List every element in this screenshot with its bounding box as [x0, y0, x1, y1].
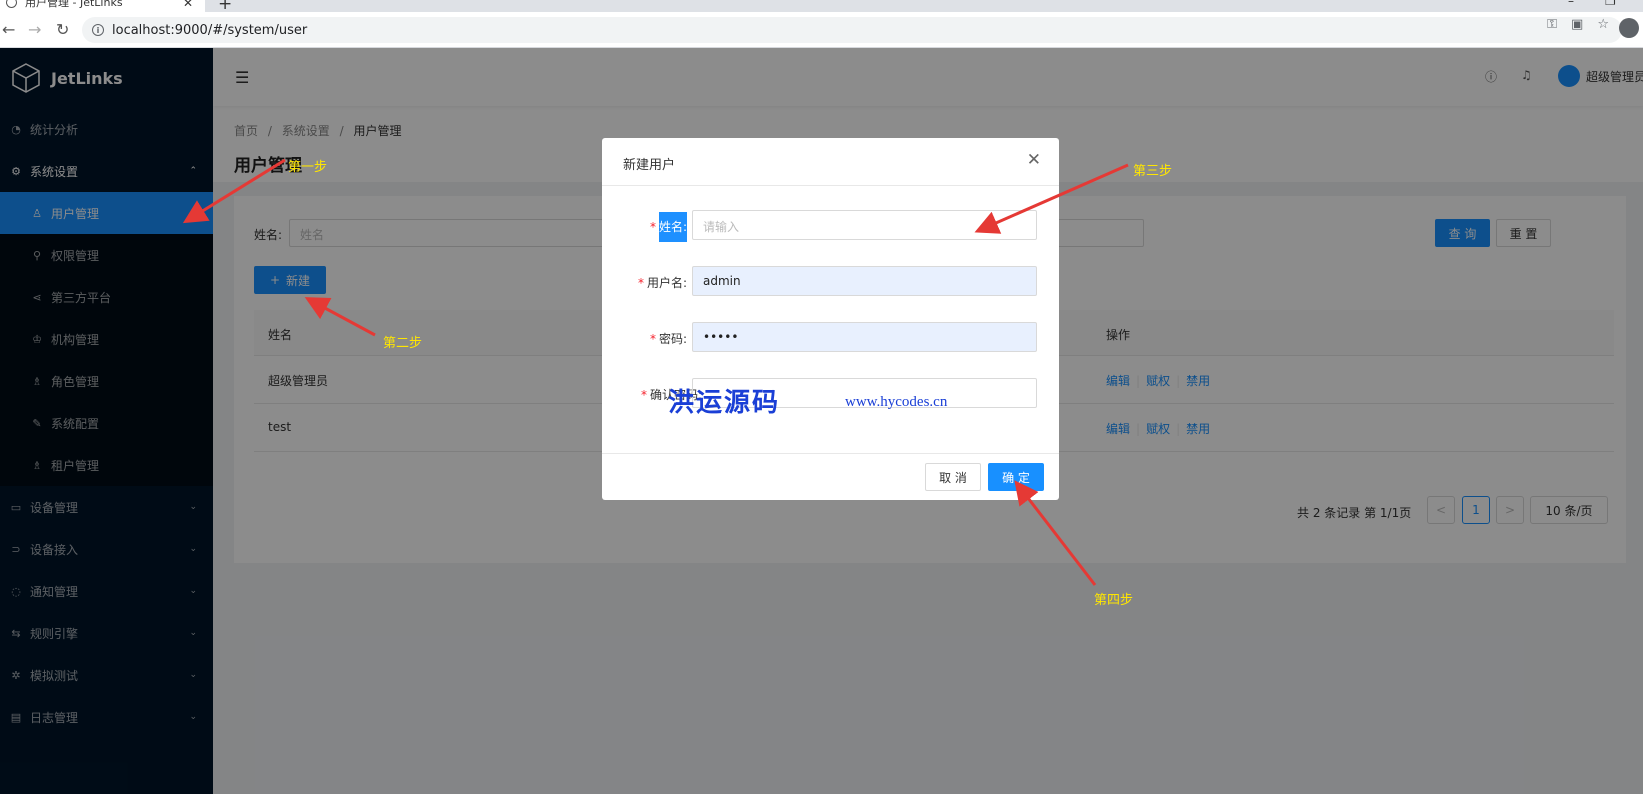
form-row-username: * 用户名: admin — [602, 266, 1059, 296]
annotation-step-4: 第四步 — [1094, 593, 1134, 608]
reload-icon[interactable]: ↻ — [56, 20, 69, 39]
password-label: * 密码: — [649, 332, 687, 346]
ok-button[interactable]: 确 定 — [988, 463, 1044, 491]
name-label: * 姓名: — [650, 212, 687, 242]
minimize-icon[interactable]: – — [1568, 0, 1574, 8]
username-input[interactable]: admin — [692, 266, 1037, 296]
url-text: localhost:9000/#/system/user — [112, 22, 308, 38]
key-icon[interactable]: ⚿ — [1547, 17, 1557, 32]
watermark-text: 洪运源码 — [668, 388, 781, 418]
globe-icon — [6, 0, 17, 8]
cancel-button[interactable]: 取 消 — [925, 463, 981, 491]
annotation-step-3: 第三步 — [1133, 164, 1173, 179]
tab-close-icon[interactable]: ✕ — [183, 0, 193, 10]
form-row-password: * 密码: ••••• — [602, 322, 1059, 352]
annotation-step-2: 第二步 — [383, 336, 423, 351]
modal-title: 新建用户 — [623, 158, 676, 173]
username-label: * 用户名: — [637, 276, 687, 290]
restore-icon[interactable]: ❐ — [1605, 0, 1616, 8]
translate-icon[interactable]: ▣ — [1571, 17, 1583, 32]
forward-icon[interactable]: → — [28, 20, 41, 39]
browser-tab-strip: 用户管理 - JetLinks ✕ + – ❐ — [0, 0, 1643, 14]
password-input[interactable]: ••••• — [692, 322, 1037, 352]
browser-tab[interactable]: 用户管理 - JetLinks ✕ — [0, 0, 205, 12]
close-icon[interactable]: ✕ — [1027, 150, 1041, 170]
url-input[interactable]: i localhost:9000/#/system/user — [82, 17, 1622, 43]
modal-footer: 取 消 确 定 — [602, 453, 1059, 500]
omnibox-actions: ⚿ ▣ ☆ — [1547, 17, 1609, 32]
form-row-name: * 姓名: 请输入 — [602, 210, 1059, 242]
new-user-modal: 新建用户 ✕ * 姓名: 请输入 * 用户名: admin * 密码: ••••• *… — [602, 138, 1059, 500]
profile-icon[interactable] — [1619, 18, 1639, 38]
address-bar: ← → ↻ i localhost:9000/#/system/user ⚿ ▣… — [0, 12, 1643, 48]
tab-title: 用户管理 - JetLinks — [25, 0, 123, 9]
modal-header: 新建用户 ✕ — [602, 138, 1059, 186]
watermark-url: www.hycodes.cn — [845, 394, 948, 410]
star-icon[interactable]: ☆ — [1597, 17, 1609, 32]
info-icon[interactable]: i — [92, 24, 104, 36]
name-input[interactable]: 请输入 — [692, 210, 1037, 240]
back-icon[interactable]: ← — [2, 20, 15, 39]
annotation-step-1: 第一步 — [288, 160, 328, 175]
